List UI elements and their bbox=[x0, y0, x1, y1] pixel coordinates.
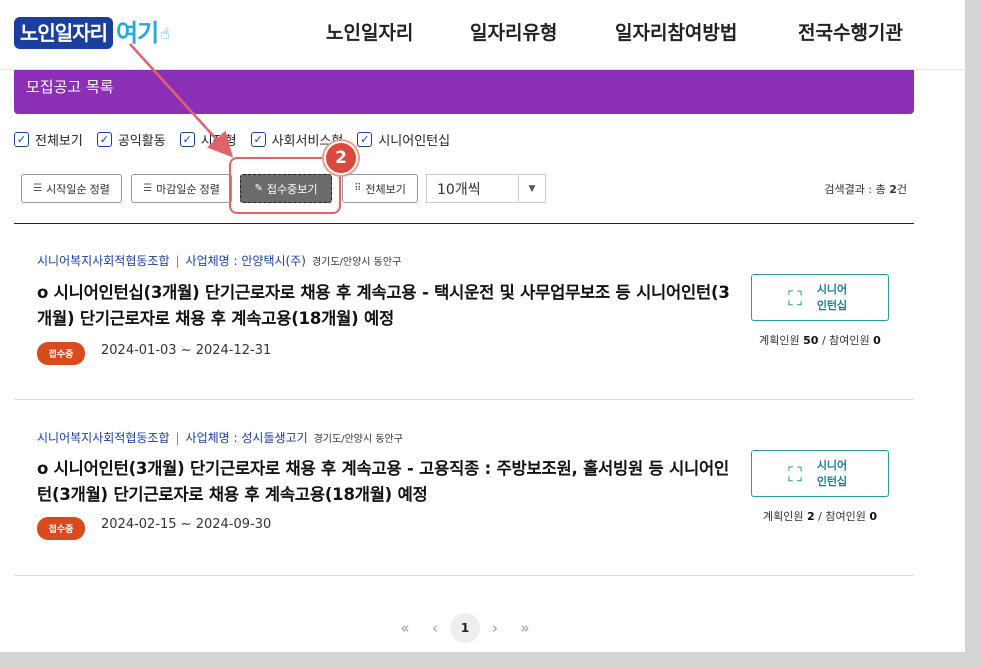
participant-counts: 계획인원 2 / 참여인원 0 bbox=[763, 510, 877, 523]
nav-item-job-types[interactable]: 일자리유형 bbox=[470, 18, 557, 45]
filter-all[interactable]: ✓ 전체보기 bbox=[14, 130, 83, 149]
listing-title[interactable]: o 시니어인턴십(3개월) 단기근로자로 채용 후 계속고용 - 택시운전 및 … bbox=[37, 280, 737, 332]
listing-title[interactable]: o 시니어인턴(3개월) 단기근로자로 채용 후 계속고용 - 고용직종 : 주… bbox=[37, 456, 737, 508]
nav-item-how-to-apply[interactable]: 일자리참여방법 bbox=[615, 18, 737, 45]
filter-public[interactable]: ✓ 공익활동 bbox=[96, 130, 166, 149]
listing-item[interactable]: 시니어복지사회적협동조합 | 사업체명 : 안양택시(주) 경기도/안양시 동안구 o… bbox=[14, 224, 914, 400]
org-name[interactable]: 시니어복지사회적협동조합 bbox=[37, 254, 169, 268]
browser-viewport: 노인일자리 여기 ☝ 노인일자리 일자리유형 일자리참여방법 전국수행기관 모집… bbox=[0, 0, 965, 652]
filter-label: 공익활동 bbox=[117, 133, 166, 149]
step-number-badge: 2 bbox=[324, 141, 358, 175]
job-type-button[interactable]: ⛶ 시니어 인턴십 bbox=[751, 450, 889, 497]
chevron-down-icon[interactable]: ▼ bbox=[518, 175, 545, 202]
tutorial-highlight-box bbox=[229, 157, 341, 214]
prev-page-icon[interactable]: ‹ bbox=[420, 613, 450, 643]
nav-item-senior-jobs[interactable]: 노인일자리 bbox=[326, 18, 413, 45]
list-icon: ☰ bbox=[33, 183, 43, 194]
listing-dates: 2024-02-15 ~ 2024-09-30 bbox=[101, 517, 272, 532]
participant-counts: 계획인원 50 / 참여인원 0 bbox=[759, 334, 881, 347]
filter-label: 전체보기 bbox=[35, 133, 83, 149]
section-banner: 모집공고 목록 bbox=[14, 70, 914, 114]
person-frame-icon: ⛶ bbox=[788, 461, 802, 486]
filter-label: 시니어인턴십 bbox=[378, 133, 451, 149]
pagination: « ‹ 1 › » bbox=[390, 613, 540, 643]
sort-end-button[interactable]: ☰ 마감일순 정렬 bbox=[131, 174, 232, 203]
org-name[interactable]: 시니어복지사회적협동조합 bbox=[37, 431, 169, 445]
job-type-button[interactable]: ⛶ 시니어 인턴십 bbox=[751, 274, 889, 321]
checkbox-checked-icon[interactable]: ✓ bbox=[96, 131, 112, 147]
listing-dates: 2024-01-03 ~ 2024-12-31 bbox=[101, 343, 272, 358]
filter-market[interactable]: ✓ 시장형 bbox=[179, 130, 237, 149]
status-badge: 접수중 bbox=[37, 342, 85, 365]
page-title: 모집공고 목록 bbox=[26, 78, 114, 96]
sort-start-button[interactable]: ☰ 시작일순 정렬 bbox=[21, 174, 122, 203]
status-badge: 접수중 bbox=[37, 517, 85, 540]
last-page-icon[interactable]: » bbox=[510, 613, 540, 643]
result-count: 검색결과 : 총 2건 bbox=[824, 183, 907, 196]
filter-label: 시장형 bbox=[200, 133, 237, 149]
location: 경기도/안양시 동안구 bbox=[311, 257, 402, 268]
grid-icon: ⠿ bbox=[354, 183, 362, 194]
page-number-current[interactable]: 1 bbox=[450, 613, 480, 643]
page-size-select[interactable]: 10개씩 ▼ bbox=[426, 174, 546, 203]
nav-item-agencies[interactable]: 전국수행기관 bbox=[798, 18, 903, 45]
site-header: 노인일자리 여기 ☝ 노인일자리 일자리유형 일자리참여방법 전국수행기관 bbox=[0, 0, 965, 70]
type-filters: ✓ 전체보기 ✓ 공익활동 ✓ 시장형 ✓ 사회서비스형 ✓ 시니어인턴십 bbox=[14, 129, 464, 149]
checkbox-checked-icon[interactable]: ✓ bbox=[179, 131, 195, 147]
checkbox-checked-icon[interactable]: ✓ bbox=[14, 131, 29, 147]
company-name: 사업체명 : 안양택시(주) bbox=[185, 254, 306, 268]
first-page-icon[interactable]: « bbox=[390, 613, 420, 643]
view-all-button[interactable]: ⠿ 전체보기 bbox=[342, 174, 418, 203]
main-nav: 노인일자리 일자리유형 일자리참여방법 전국수행기관 bbox=[0, 18, 965, 48]
checkbox-checked-icon[interactable]: ✓ bbox=[250, 131, 266, 147]
filter-senior-intern[interactable]: ✓ 시니어인턴십 bbox=[357, 130, 450, 149]
checkbox-checked-icon[interactable]: ✓ bbox=[357, 131, 373, 147]
listing-item[interactable]: 시니어복지사회적협동조합 | 사업체명 : 성시돌생고기 경기도/안양시 동안구 o … bbox=[14, 400, 914, 576]
listing-meta: 시니어복지사회적협동조합 | 사업체명 : 안양택시(주) 경기도/안양시 동안구 bbox=[37, 254, 402, 268]
person-frame-icon: ⛶ bbox=[788, 285, 802, 310]
company-name: 사업체명 : 성시돌생고기 bbox=[185, 431, 308, 445]
listing-meta: 시니어복지사회적협동조합 | 사업체명 : 성시돌생고기 경기도/안양시 동안구 bbox=[37, 431, 403, 445]
location: 경기도/안양시 동안구 bbox=[313, 434, 403, 445]
next-page-icon[interactable]: › bbox=[480, 613, 510, 643]
list-icon: ☰ bbox=[143, 183, 153, 194]
